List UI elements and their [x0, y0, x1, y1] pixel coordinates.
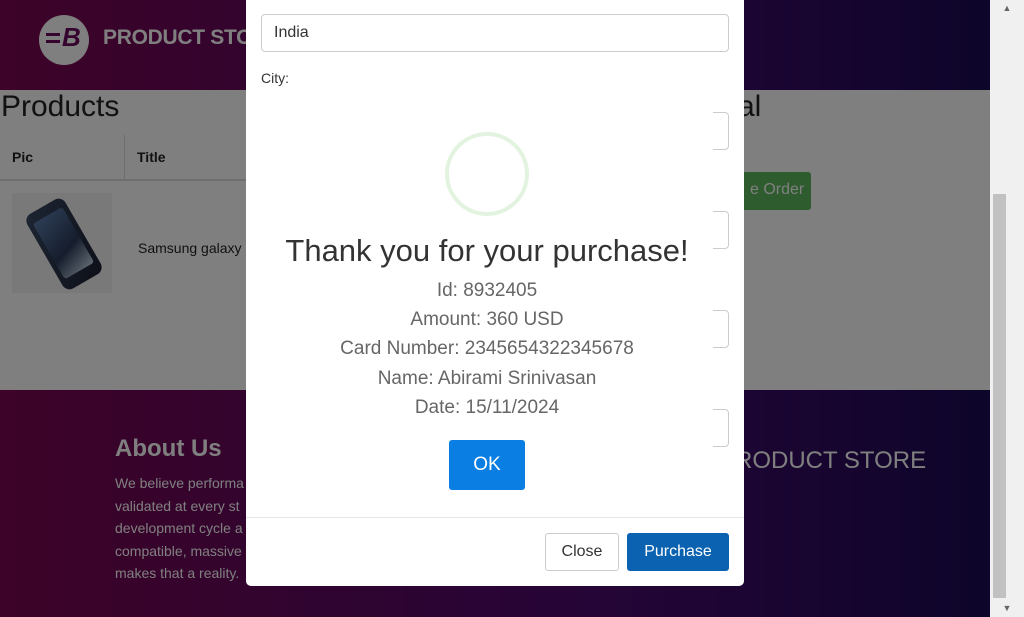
- confirmation-title: Thank you for your purchase!: [285, 233, 689, 268]
- purchase-button[interactable]: Purchase: [627, 533, 729, 571]
- customer-name: Name: Abirami Srinivasan: [377, 368, 597, 389]
- order-date: Date: 15/11/2024: [414, 397, 560, 418]
- city-label: City:: [261, 70, 289, 86]
- modal-footer-divider: [246, 517, 744, 518]
- ok-button[interactable]: OK: [449, 440, 525, 490]
- success-check-icon: [445, 132, 529, 216]
- order-amount: Amount: 360 USD: [410, 309, 564, 330]
- close-button[interactable]: Close: [545, 533, 619, 571]
- scroll-thumb[interactable]: [993, 194, 1006, 598]
- country-field[interactable]: India: [261, 14, 729, 52]
- scroll-down-icon[interactable]: ▼: [990, 600, 1024, 617]
- vertical-scrollbar[interactable]: ▲ ▼: [990, 0, 1024, 617]
- scroll-up-icon[interactable]: ▲: [990, 0, 1024, 17]
- order-id: Id: 8932405: [436, 280, 538, 301]
- purchase-confirmation-dialog: Thank you for your purchase! Id: 8932405…: [261, 92, 713, 504]
- card-number: Card Number: 2345654322345678: [340, 338, 634, 359]
